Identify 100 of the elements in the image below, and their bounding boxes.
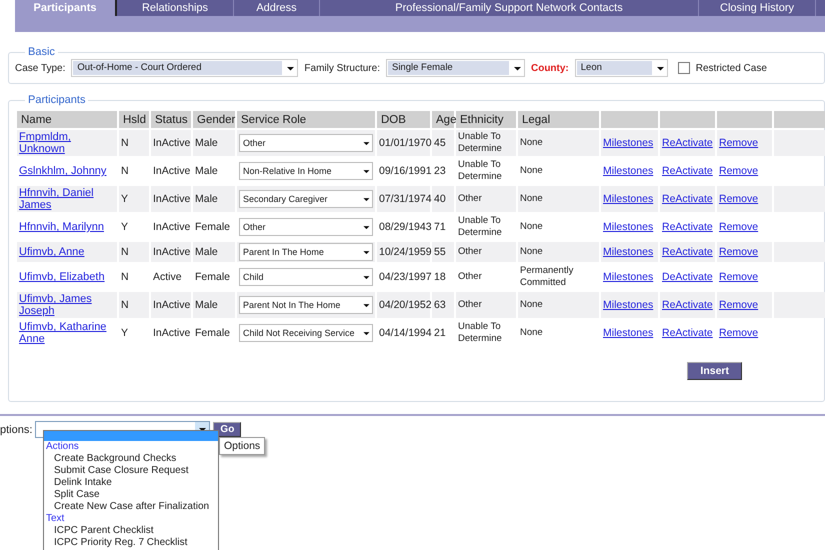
name-link[interactable]: Gslnkhlm, Johnny: [19, 165, 115, 177]
table-cell-text: Other: [457, 270, 483, 284]
action-link[interactable]: Milestones: [603, 271, 654, 283]
table-cell: None: [518, 242, 599, 262]
action-link[interactable]: ReActivate: [662, 165, 713, 177]
name-link[interactable]: Hfnnvih, Daniel James: [19, 187, 115, 211]
column-header: Age: [432, 111, 454, 128]
list-item[interactable]: ICPC Parent Checklist: [44, 525, 218, 537]
list-item[interactable]: Create New Case after Finalization: [44, 501, 218, 513]
action-link[interactable]: Remove: [719, 165, 758, 177]
tab[interactable]: Relationships: [117, 0, 234, 16]
table-cell-text: Female: [194, 220, 232, 235]
dropdown[interactable]: Secondary Caregiver: [239, 190, 373, 208]
tooltip: Options: [219, 437, 266, 455]
table-cell: 63: [432, 292, 454, 318]
tab[interactable]: Closing History: [699, 0, 816, 16]
dropdown[interactable]: Parent Not In The Home: [239, 296, 373, 314]
table-cell: Y: [119, 186, 149, 212]
list-item[interactable]: Split Case: [44, 489, 218, 501]
action-link[interactable]: Remove: [719, 271, 758, 283]
table-cell: InActive: [151, 242, 191, 262]
table-cell: Unable To Determine: [456, 130, 516, 156]
name-link[interactable]: Ufimvb, Elizabeth: [19, 271, 115, 283]
column-header: Hsld: [119, 111, 149, 128]
action-link[interactable]: ReActivate: [662, 327, 713, 339]
table-cell-text: 08/29/1943: [378, 220, 430, 235]
table-cell-text: None: [519, 164, 544, 178]
table-cell-text: 04/14/1994: [378, 326, 430, 341]
group-label: Text: [45, 513, 66, 525]
table-cell-text: None: [519, 220, 544, 234]
dropdown[interactable]: Child: [239, 268, 373, 286]
table-cell: None: [518, 186, 599, 212]
table-cell-text: Permanently Committed: [519, 264, 574, 290]
table-cell: Male: [193, 130, 235, 156]
name-link[interactable]: Hfnnvih, Marilynn: [19, 221, 115, 233]
dropdown[interactable]: Other: [239, 134, 373, 152]
table-cell-text: Unable To Determine: [457, 158, 503, 184]
action-link[interactable]: Remove: [719, 221, 758, 233]
field-label: Family Structure:: [304, 62, 380, 74]
table-cell-text: N: [120, 164, 130, 179]
tab[interactable]: Professional/Family Support Network Contacts: [320, 0, 699, 16]
table-cell: InActive: [151, 186, 191, 212]
dropdown[interactable]: Non-Relative In Home: [239, 162, 373, 180]
table-cell-text: InActive: [152, 326, 191, 341]
table-cell-text: InActive: [152, 164, 191, 179]
table-cell-text: 04/23/1997: [378, 270, 430, 285]
table-cell-text: N: [120, 270, 130, 285]
table-cell-text: 71: [433, 220, 447, 235]
dropdown[interactable]: Out-of-Home - Court Ordered: [71, 59, 298, 77]
group-label: Actions: [45, 441, 80, 453]
column-header: Gender: [193, 111, 235, 128]
go-button[interactable]: Go: [213, 422, 242, 437]
table-cell-text: None: [519, 326, 544, 340]
list-item[interactable]: Submit Case Closure Request: [44, 465, 218, 477]
table-cell: Male: [193, 242, 235, 262]
table-cell-text: Female: [194, 270, 232, 285]
column-header: Name: [17, 111, 117, 128]
action-link[interactable]: ReActivate: [662, 221, 713, 233]
table-cell: 01/01/1970: [377, 130, 430, 156]
table-cell: 07/31/1974: [377, 186, 430, 212]
table-cell: Male: [193, 292, 235, 318]
action-link[interactable]: Milestones: [603, 165, 654, 177]
list-item[interactable]: Delink Intake: [44, 477, 218, 489]
table-cell-text: Unable To Determine: [457, 214, 503, 240]
name-link[interactable]: Fmpmldm, Unknown: [19, 131, 115, 155]
insert-button[interactable]: Insert: [687, 362, 742, 380]
table-cell-text: InActive: [152, 220, 191, 235]
list-item[interactable]: Create Background Checks: [44, 453, 218, 465]
action-link[interactable]: Milestones: [603, 327, 654, 339]
table-cell-text: 18: [433, 270, 447, 285]
dropdown[interactable]: Parent In The Home: [239, 243, 373, 261]
dropdown[interactable]: Child Not Receiving Service: [239, 324, 373, 342]
table-cell-text: Unable To Determine: [457, 320, 503, 346]
tab[interactable]: Address: [234, 0, 320, 16]
table-cell-text: 21: [433, 326, 447, 341]
name-link[interactable]: Ufimvb, Katharine Anne: [19, 321, 115, 345]
column-header: [774, 111, 825, 128]
action-link[interactable]: Remove: [719, 327, 758, 339]
action-link[interactable]: Milestones: [603, 221, 654, 233]
table-cell: 55: [432, 242, 454, 262]
dropdown[interactable]: Single Female: [386, 59, 525, 77]
list-item[interactable]: ICPC Priority Reg. 7 Checklist: [44, 537, 218, 549]
table-cell: 40: [432, 186, 454, 212]
table-cell: InActive: [151, 292, 191, 318]
dropdown[interactable]: Leon: [574, 59, 668, 77]
table-cell: None: [518, 292, 599, 318]
section-legend: Participants: [25, 94, 88, 106]
table-cell: Other: [456, 242, 516, 262]
column-header: Ethnicity: [456, 111, 516, 128]
table-cell: 10/24/1959: [377, 242, 430, 262]
table-cell-text: Y: [120, 326, 130, 341]
table-cell-text: Female: [194, 326, 232, 341]
checkbox[interactable]: [678, 62, 690, 74]
table-cell: Other: [456, 186, 516, 212]
table-cell: 45: [432, 130, 454, 156]
field-label: ptions:: [0, 424, 32, 436]
table-cell-text: Y: [120, 220, 130, 235]
dropdown[interactable]: Other: [239, 218, 373, 236]
name-link[interactable]: Ufimvb, James Joseph: [19, 293, 115, 317]
action-link[interactable]: DeActivate: [662, 271, 713, 283]
